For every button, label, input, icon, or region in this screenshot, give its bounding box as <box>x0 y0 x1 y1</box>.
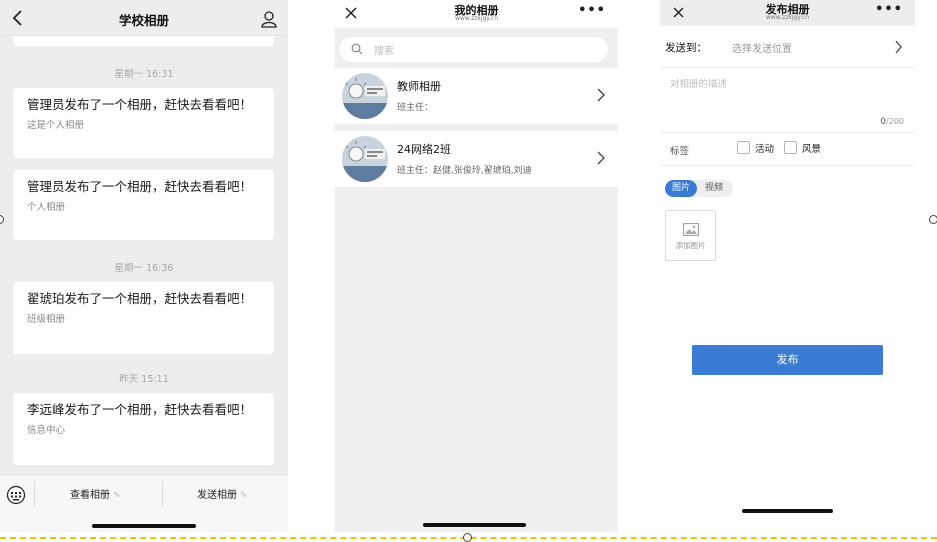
tag-checkbox-activity[interactable] <box>737 141 750 154</box>
message-subtitle: 信息中心 <box>27 425 66 436</box>
description-textarea[interactable]: 对相册的描述 <box>670 76 727 90</box>
publish-album-screen: 发布相册 www.zzkjgy.cn ••• 发送到： 选择发送位置 对相册的描… <box>660 0 915 532</box>
view-album-button[interactable]: 查看相册 ✎ <box>70 486 121 501</box>
tag-row: 标签 活动 风景 <box>660 132 915 166</box>
search-input[interactable]: 搜索 <box>339 37 608 62</box>
previous-message-card <box>13 36 274 46</box>
send-album-label: 发送相册 <box>197 490 237 501</box>
school-album-screen: 学校相册 星期一 16:31 管理员发布了一个相册，赶快去看看吧！ 这是个人相册… <box>0 0 288 532</box>
search-placeholder: 搜索 <box>374 46 394 57</box>
nav-bar: 学校相册 <box>0 0 288 36</box>
resize-handle[interactable] <box>463 533 472 542</box>
more-icon[interactable]: ••• <box>578 3 606 18</box>
char-max: /200 <box>886 117 904 126</box>
album-item[interactable]: 教师相册 班主任： <box>335 68 618 124</box>
nav-bar: 发布相册 www.zzkjgy.cn ••• <box>660 0 915 26</box>
timestamp: 昨天 15:11 <box>119 374 169 385</box>
album-teachers: 班主任：赵健,张俊玲,翟琥珀,刘迪 <box>397 166 532 176</box>
message-card[interactable]: 翟琥珀发布了一个相册，赶快去看看吧！ 班级相册 <box>13 282 274 354</box>
chevron-right-icon <box>597 88 605 102</box>
bottom-menu: 查看相册 ✎ 发送相册 ✎ <box>0 474 288 532</box>
my-albums-screen: 我的相册 www.zzkjgy.cn ••• 搜索 教师相册 班主任： 24网络… <box>335 0 618 532</box>
publish-button[interactable]: 发布 <box>692 345 883 375</box>
send-album-button[interactable]: 发送相册 ✎ <box>197 486 248 501</box>
keyboard-icon[interactable] <box>6 485 26 505</box>
home-indicator <box>742 509 833 513</box>
tab-image[interactable]: 图片 <box>665 180 697 197</box>
add-image-button[interactable]: 添加图片 <box>665 210 716 261</box>
chevron-right-icon <box>895 40 902 54</box>
view-album-label: 查看相册 <box>70 490 110 501</box>
message-subtitle: 个人相册 <box>27 202 66 213</box>
message-subtitle: 这是个人相册 <box>27 120 85 131</box>
user-icon[interactable] <box>260 10 278 28</box>
add-image-label: 添加图片 <box>675 241 706 250</box>
send-to-label: 发送到： <box>665 42 707 54</box>
tag-scenery-label: 风景 <box>802 144 822 155</box>
tag-activity-label: 活动 <box>755 144 775 155</box>
message-title: 翟琥珀发布了一个相册，赶快去看看吧！ <box>27 291 253 306</box>
image-icon <box>683 223 699 236</box>
resize-handle[interactable] <box>929 215 937 224</box>
album-cover <box>342 73 388 119</box>
search-icon <box>351 43 363 55</box>
pen-icon: ✎ <box>113 491 121 501</box>
more-icon[interactable]: ••• <box>875 2 903 17</box>
home-indicator <box>92 524 196 528</box>
page-domain: www.zzkjgy.cn <box>454 15 499 22</box>
message-card[interactable]: 李远峰发布了一个相册，赶快去看看吧！ 信息中心 <box>13 393 274 465</box>
pen-icon: ✎ <box>240 491 248 501</box>
album-item[interactable]: 24网络2班 班主任：赵健,张俊玲,翟琥珀,刘迪 <box>335 131 618 187</box>
message-card[interactable]: 管理员发布了一个相册，赶快去看看吧！ 个人相册 <box>13 170 274 240</box>
album-name: 教师相册 <box>397 80 441 93</box>
message-subtitle: 班级相册 <box>27 314 66 325</box>
send-to-select[interactable]: 选择发送位置 <box>732 40 792 55</box>
message-card[interactable]: 管理员发布了一个相册，赶快去看看吧！ 这是个人相册 <box>13 88 274 158</box>
chevron-right-icon <box>597 151 605 165</box>
tag-label: 标签 <box>670 146 690 157</box>
media-type-tabs: 图片 视频 <box>665 180 733 197</box>
home-indicator <box>423 523 526 527</box>
nav-bar: 我的相册 www.zzkjgy.cn ••• <box>335 0 618 28</box>
message-list: 星期一 16:31 管理员发布了一个相册，赶快去看看吧！ 这是个人相册 管理员发… <box>0 36 288 474</box>
send-to-row[interactable]: 发送到： 选择发送位置 <box>660 34 915 68</box>
album-cover <box>342 136 388 182</box>
divider <box>34 481 35 507</box>
timestamp: 星期一 16:31 <box>114 69 174 80</box>
tab-video[interactable]: 视频 <box>705 180 723 197</box>
album-teachers: 班主任： <box>397 103 434 113</box>
message-title: 管理员发布了一个相册，赶快去看看吧！ <box>27 97 253 112</box>
message-title: 管理员发布了一个相册，赶快去看看吧！ <box>27 179 253 194</box>
page-title: 学校相册 <box>118 13 169 28</box>
divider <box>162 481 163 507</box>
tag-checkbox-scenery[interactable] <box>784 141 797 154</box>
album-name: 24网络2班 <box>397 143 451 156</box>
timestamp: 星期一 16:36 <box>114 263 174 274</box>
char-counter: 0/200 <box>880 117 904 127</box>
message-title: 李远峰发布了一个相册，赶快去看看吧！ <box>27 402 253 417</box>
